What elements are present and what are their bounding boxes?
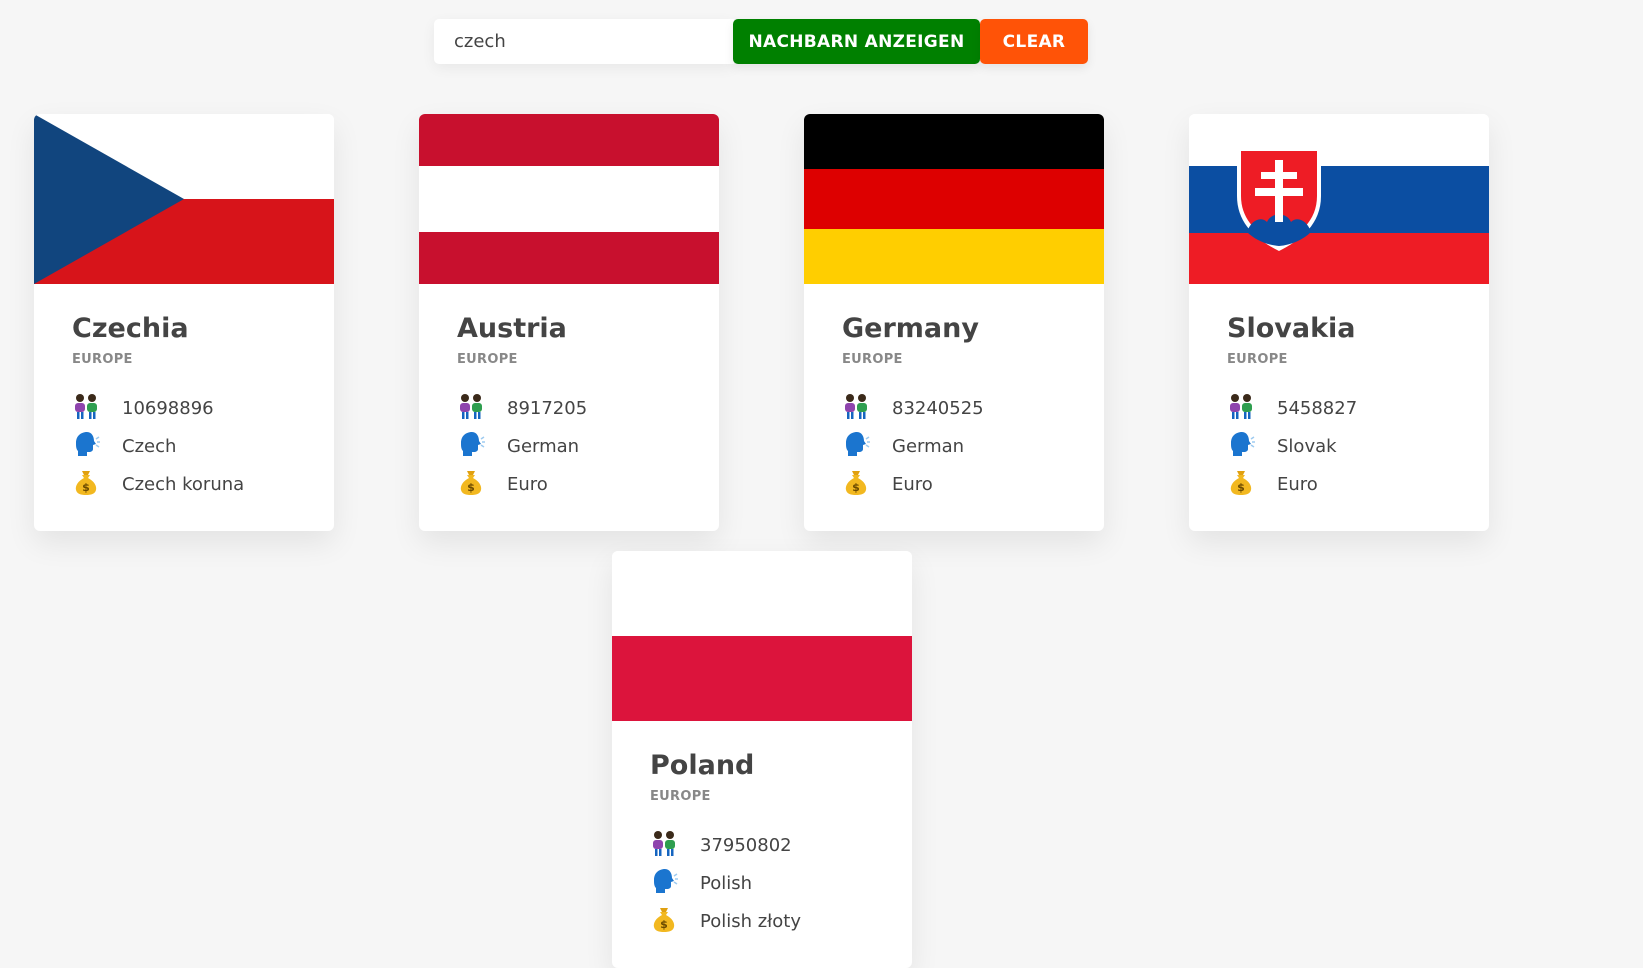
money-bag-icon: $ (1227, 469, 1277, 499)
country-card-czechia: Czechia EUROPE 10698896 Czech $ Czech ko… (34, 114, 334, 531)
population-row: 83240525 (842, 389, 1066, 427)
country-search-input[interactable] (434, 19, 734, 64)
language-value: Slovak (1277, 435, 1337, 457)
austria-flag-image (419, 114, 719, 284)
people-icon (457, 393, 507, 423)
country-name: Poland (650, 750, 755, 781)
svg-text:$: $ (467, 481, 475, 494)
language-value: German (892, 435, 965, 457)
country-region: EUROPE (650, 789, 711, 804)
svg-text:$: $ (1237, 481, 1245, 494)
speaking-head-icon (457, 431, 507, 461)
country-card-slovakia: Slovakia EUROPE 5458827 Slovak $ Euro (1189, 114, 1489, 531)
language-row: Slovak (1227, 427, 1451, 465)
speaking-head-icon (1227, 431, 1277, 461)
currency-row: $ Polish złoty (650, 902, 874, 940)
country-name: Czechia (72, 313, 189, 344)
population-value: 10698896 (122, 397, 214, 419)
language-row: Polish (650, 864, 874, 902)
language-value: German (507, 435, 580, 457)
speaking-head-icon (650, 868, 700, 898)
population-row: 10698896 (72, 389, 296, 427)
country-name: Germany (842, 313, 979, 344)
people-icon (72, 393, 122, 423)
clear-button[interactable]: CLEAR (980, 19, 1088, 64)
country-region: EUROPE (72, 352, 133, 367)
money-bag-icon: $ (457, 469, 507, 499)
svg-text:$: $ (82, 481, 90, 494)
country-name: Austria (457, 313, 567, 344)
language-value: Czech (122, 435, 177, 457)
people-icon (1227, 393, 1277, 423)
currency-row: $ Czech koruna (72, 465, 296, 503)
language-row: German (842, 427, 1066, 465)
currency-row: $ Euro (842, 465, 1066, 503)
currency-value: Euro (507, 473, 548, 495)
people-icon (842, 393, 892, 423)
currency-row: $ Euro (1227, 465, 1451, 503)
germany-flag-image (804, 114, 1104, 284)
country-name: Slovakia (1227, 313, 1356, 344)
poland-flag-image (612, 551, 912, 721)
country-region: EUROPE (457, 352, 518, 367)
population-value: 37950802 (700, 834, 792, 856)
country-card-poland: Poland EUROPE 37950802 Polish $ Polish z… (612, 551, 912, 968)
speaking-head-icon (72, 431, 122, 461)
country-card-austria: Austria EUROPE 8917205 German $ Euro (419, 114, 719, 531)
language-row: German (457, 427, 681, 465)
money-bag-icon: $ (650, 906, 700, 936)
currency-value: Euro (1277, 473, 1318, 495)
language-row: Czech (72, 427, 296, 465)
country-region: EUROPE (842, 352, 903, 367)
currency-value: Polish złoty (700, 910, 802, 932)
speaking-head-icon (842, 431, 892, 461)
money-bag-icon: $ (842, 469, 892, 499)
population-value: 83240525 (892, 397, 984, 419)
population-value: 8917205 (507, 397, 588, 419)
currency-value: Czech koruna (122, 473, 245, 495)
search-bar: NACHBARN ANZEIGEN CLEAR (434, 19, 1088, 64)
population-row: 37950802 (650, 826, 874, 864)
currency-value: Euro (892, 473, 933, 495)
population-row: 5458827 (1227, 389, 1451, 427)
currency-row: $ Euro (457, 465, 681, 503)
money-bag-icon: $ (72, 469, 122, 499)
country-region: EUROPE (1227, 352, 1288, 367)
language-value: Polish (700, 872, 753, 894)
czechia-flag-image (34, 114, 334, 284)
population-value: 5458827 (1277, 397, 1358, 419)
people-icon (650, 830, 700, 860)
svg-text:$: $ (852, 481, 860, 494)
slovakia-flag-image (1189, 114, 1489, 284)
population-row: 8917205 (457, 389, 681, 427)
show-neighbours-button[interactable]: NACHBARN ANZEIGEN (733, 19, 980, 64)
country-card-germany: Germany EUROPE 83240525 German $ Euro (804, 114, 1104, 531)
